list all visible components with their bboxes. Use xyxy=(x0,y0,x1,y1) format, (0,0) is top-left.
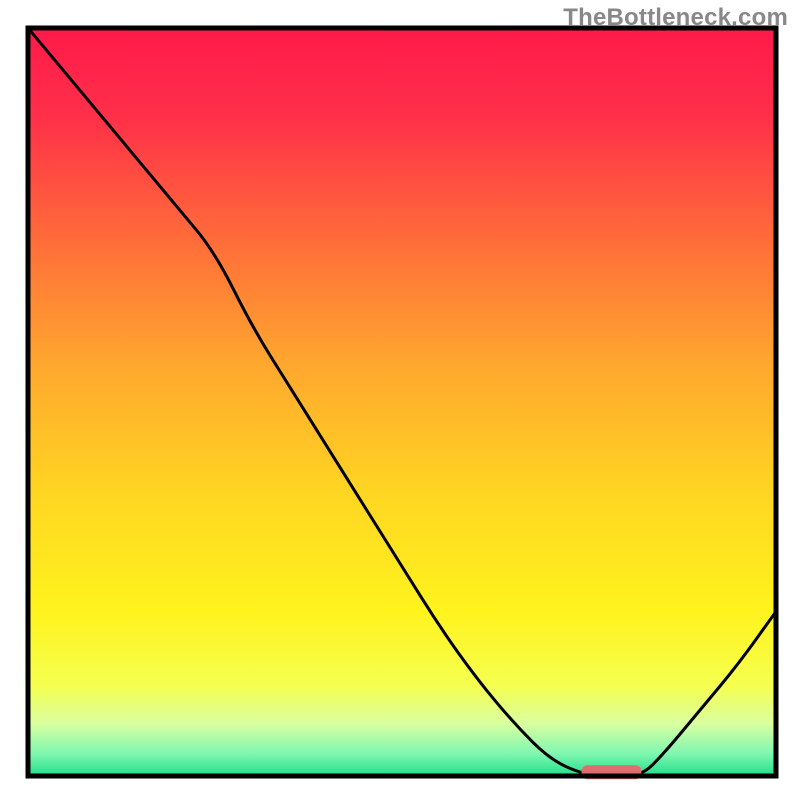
bottleneck-chart xyxy=(0,0,800,800)
watermark-text: TheBottleneck.com xyxy=(563,4,788,32)
plot-background-gradient xyxy=(28,28,776,776)
chart-frame: TheBottleneck.com xyxy=(0,0,800,800)
